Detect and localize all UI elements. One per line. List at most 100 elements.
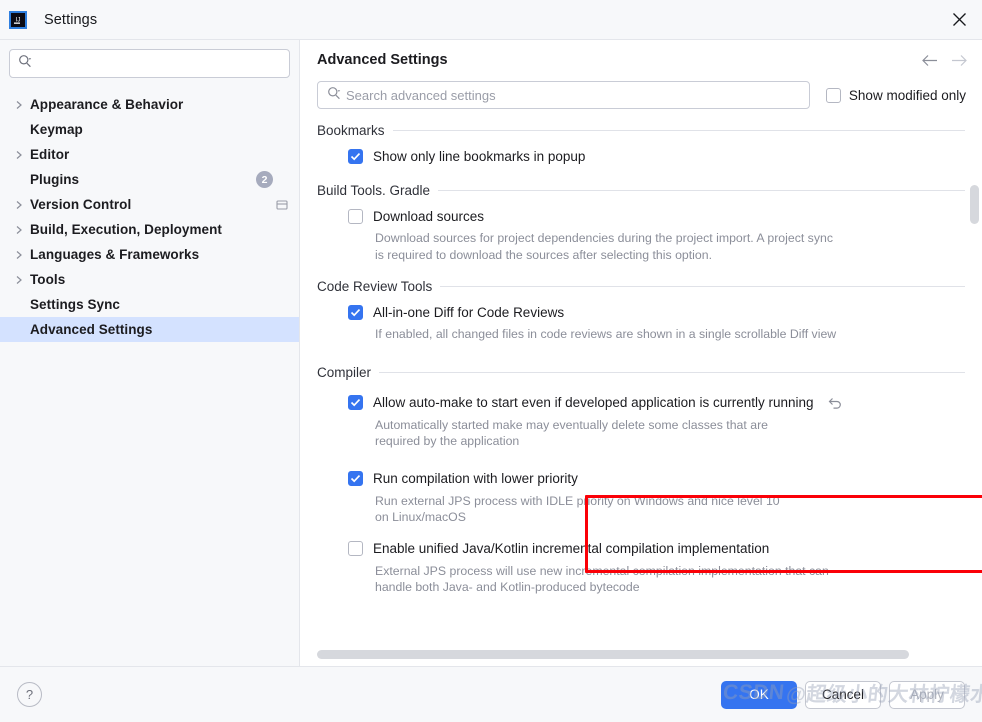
settings-main-pane: Advanced Settings Search advanced settin…: [300, 40, 982, 666]
search-icon: [18, 54, 32, 73]
help-icon[interactable]: ?: [17, 682, 42, 707]
sidebar-search-wrap: [0, 49, 299, 87]
group-header: Compiler: [317, 365, 965, 380]
group-divider: [440, 286, 965, 287]
sidebar-search-input[interactable]: [9, 49, 290, 78]
dialog-body: Appearance & Behavior Keymap Editor Plug…: [0, 40, 982, 666]
help-label: ?: [25, 687, 34, 702]
group-divider: [392, 130, 965, 131]
sidebar-item-keymap[interactable]: Keymap: [0, 117, 299, 142]
sidebar-item-label: Appearance & Behavior: [30, 97, 184, 112]
plugins-update-badge: 2: [256, 171, 273, 188]
group-divider: [438, 190, 965, 191]
search-placeholder: Search advanced settings: [346, 87, 496, 103]
option-checkbox[interactable]: [348, 148, 363, 164]
close-icon[interactable]: [936, 0, 982, 39]
intellij-idea-icon: IJ: [9, 10, 27, 29]
search-icon: [327, 86, 341, 105]
setting-option: Run compilation with lower priority Run …: [317, 468, 965, 526]
sidebar-item-advanced-settings[interactable]: Advanced Settings: [0, 317, 299, 342]
option-label: Enable unified Java/Kotlin incremental c…: [373, 541, 770, 556]
setting-option: Show only line bookmarks in popup: [317, 145, 965, 167]
settings-group-code-review-tools: Code Review Tools All-in-one Diff for Co…: [317, 279, 965, 343]
sidebar-item-settings-sync[interactable]: Settings Sync: [0, 292, 299, 317]
panel-icon: [276, 199, 288, 211]
vertical-scrollbar-thumb[interactable]: [970, 185, 979, 224]
show-modified-only-label: Show modified only: [848, 87, 966, 103]
option-label: Download sources: [373, 208, 485, 224]
settings-scroll-area[interactable]: Bookmarks Show only line bookmarks in po…: [300, 123, 982, 666]
show-modified-only-toggle[interactable]: Show modified only: [825, 87, 966, 103]
setting-option: All-in-one Diff for Code Reviews If enab…: [317, 301, 965, 343]
chevron-right-icon: [15, 200, 30, 210]
group-header: Code Review Tools: [317, 279, 965, 294]
chevron-right-icon: [15, 225, 30, 235]
apply-button[interactable]: Apply: [889, 680, 965, 709]
group-title: Build Tools. Gradle: [317, 183, 431, 198]
chevron-right-icon: [15, 275, 30, 285]
page-title: Advanced Settings: [317, 52, 448, 68]
ok-button[interactable]: OK: [721, 680, 797, 709]
option-row[interactable]: Show only line bookmarks in popup: [348, 145, 965, 167]
group-title: Bookmarks: [317, 123, 385, 138]
sidebar-item-label: Keymap: [30, 122, 83, 137]
option-checkbox[interactable]: [348, 471, 363, 486]
setting-option-highlighted: Allow auto-make to start even if develop…: [317, 392, 965, 450]
cancel-button[interactable]: Cancel: [805, 680, 881, 709]
option-checkbox[interactable]: [348, 208, 363, 224]
horizontal-scrollbar[interactable]: [317, 650, 909, 659]
search-input[interactable]: Search advanced settings: [317, 81, 810, 109]
option-row[interactable]: Allow auto-make to start even if develop…: [348, 392, 965, 414]
vertical-scrollbar[interactable]: [970, 185, 979, 685]
sidebar-item-build-execution-deployment[interactable]: Build, Execution, Deployment: [0, 217, 299, 242]
group-title: Compiler: [317, 364, 372, 380]
sidebar-item-tools[interactable]: Tools: [0, 267, 299, 292]
sidebar-item-version-control[interactable]: Version Control: [0, 192, 299, 217]
settings-tree: Appearance & Behavior Keymap Editor Plug…: [0, 92, 299, 342]
arrow-right-icon[interactable]: [951, 54, 968, 67]
horizontal-scrollbar-thumb[interactable]: [317, 650, 909, 659]
group-header: Build Tools. Gradle: [317, 183, 965, 198]
option-checkbox[interactable]: [348, 541, 363, 556]
chevron-right-icon: [15, 250, 30, 260]
sidebar-item-editor[interactable]: Editor: [0, 142, 299, 167]
option-label: Allow auto-make to start even if develop…: [373, 395, 814, 410]
title-bar: IJ Settings: [0, 0, 982, 40]
arrow-left-icon[interactable]: [921, 54, 938, 67]
option-description: If enabled, all changed files in code re…: [375, 327, 837, 341]
option-row[interactable]: Download sources: [348, 205, 965, 227]
settings-group-build-tools-gradle: Build Tools. Gradle Download sources Dow…: [317, 183, 965, 263]
option-checkbox[interactable]: [348, 304, 363, 320]
sidebar-item-languages-frameworks[interactable]: Languages & Frameworks: [0, 242, 299, 267]
revert-icon[interactable]: [828, 396, 843, 410]
option-row[interactable]: Run compilation with lower priority: [348, 468, 965, 490]
sidebar-item-label: Languages & Frameworks: [30, 247, 200, 262]
sidebar-item-label: Editor: [30, 147, 70, 162]
option-description: External JPS process will use new increm…: [375, 563, 829, 595]
option-description: Download sources for project dependencie…: [375, 231, 833, 262]
group-title: Code Review Tools: [317, 279, 433, 294]
option-row[interactable]: All-in-one Diff for Code Reviews: [348, 301, 965, 323]
sidebar-item-label: Settings Sync: [30, 297, 120, 312]
sidebar-item-label: Advanced Settings: [30, 322, 153, 337]
sidebar-item-label: Build, Execution, Deployment: [30, 222, 222, 237]
option-description: Run external JPS process with IDLE prior…: [375, 493, 780, 525]
dialog-footer: ? OK Cancel Apply: [0, 666, 982, 722]
sidebar-item-label: Plugins: [30, 172, 80, 187]
footer-actions: OK Cancel Apply: [721, 680, 965, 709]
option-label: Run compilation with lower priority: [373, 471, 578, 486]
chevron-right-icon: [15, 100, 30, 110]
option-row[interactable]: Enable unified Java/Kotlin incremental c…: [348, 538, 965, 560]
setting-option: Enable unified Java/Kotlin incremental c…: [317, 538, 965, 596]
option-description: Automatically started make may eventuall…: [375, 417, 769, 449]
setting-option: Download sources Download sources for pr…: [317, 205, 965, 263]
option-label: Show only line bookmarks in popup: [373, 148, 586, 164]
show-modified-only-checkbox[interactable]: [825, 87, 841, 103]
option-checkbox[interactable]: [348, 395, 363, 410]
sidebar-item-appearance-behavior[interactable]: Appearance & Behavior: [0, 92, 299, 117]
advanced-search-row: Search advanced settings Show modified o…: [300, 68, 982, 109]
group-divider: [379, 371, 965, 373]
settings-sidebar: Appearance & Behavior Keymap Editor Plug…: [0, 40, 300, 666]
settings-window: IJ Settings Appearance & Behavior Keymap…: [0, 0, 982, 722]
sidebar-item-plugins[interactable]: Plugins 2: [0, 167, 299, 192]
